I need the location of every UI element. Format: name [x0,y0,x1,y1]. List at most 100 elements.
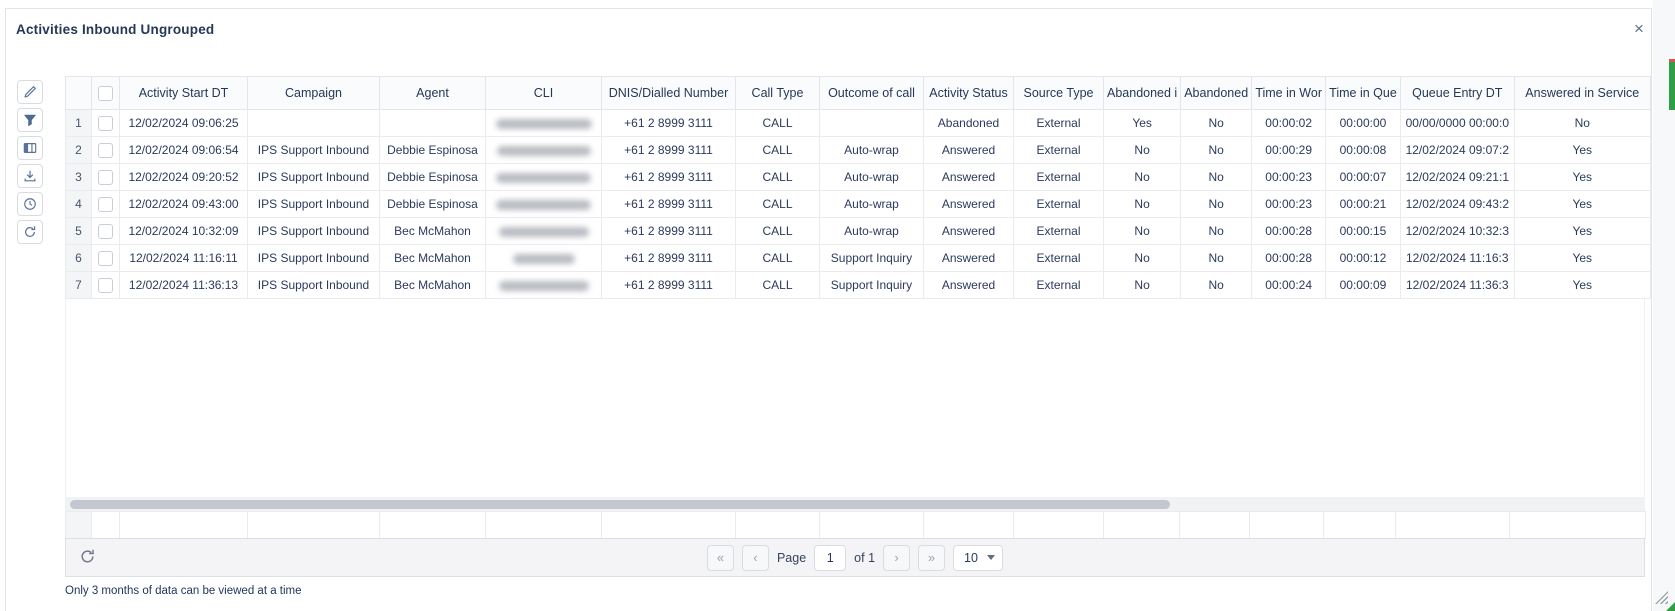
row-checkbox[interactable] [98,224,113,239]
column-header[interactable]: Activity Start DT [120,77,248,110]
cell-abandoned: No [1181,164,1252,191]
cell-call_type: CALL [736,245,820,272]
caret-down-icon [987,555,995,560]
column-header[interactable]: Agent [380,77,486,110]
cell-outcome: Auto-wrap [820,164,924,191]
first-page-button[interactable]: « [707,545,734,571]
redacted-cli [496,119,592,129]
columns-button[interactable] [17,136,43,160]
row-select-cell [92,245,120,272]
next-page-button[interactable]: › [883,545,910,571]
column-header[interactable]: Queue Entry DT [1400,77,1514,110]
cell-outcome [820,110,924,137]
row-number: 1 [66,110,92,137]
cell-abandoned: No [1181,272,1252,299]
cell-time_in_work: 00:00:23 [1252,191,1326,218]
cell-abandoned: No [1181,191,1252,218]
table-empty-area [65,299,1645,497]
redacted-cli [499,227,589,237]
cell-agent: Debbie Espinosa [380,191,486,218]
column-header[interactable]: Source Type [1014,77,1104,110]
clock-icon [23,197,37,211]
cell-activity_start_dt: 12/02/2024 10:32:09 [120,218,248,245]
column-header[interactable]: DNIS/Dialled Number [602,77,736,110]
row-checkbox[interactable] [98,278,113,293]
page-number-input[interactable] [814,545,846,571]
cell-cli [486,272,602,299]
row-checkbox[interactable] [98,197,113,212]
row-number: 2 [66,137,92,164]
cell-activity_status: Answered [924,164,1014,191]
cell-abandoned: No [1181,110,1252,137]
cell-abandoned_in: No [1104,272,1181,299]
refresh-button[interactable] [17,220,43,244]
last-page-button[interactable]: » [918,545,945,571]
cell-source_type: External [1014,164,1104,191]
summary-cell [1396,512,1510,539]
page-count-label: of 1 [854,551,875,565]
download-button[interactable] [17,164,43,188]
summary-row [66,512,1646,539]
cell-agent: Bec McMahon [380,272,486,299]
cell-agent [380,110,486,137]
cell-dnis: +61 2 8999 3111 [602,110,736,137]
cell-cli [486,245,602,272]
cell-dnis: +61 2 8999 3111 [602,191,736,218]
column-header[interactable]: CLI [486,77,602,110]
cell-dnis: +61 2 8999 3111 [602,164,736,191]
redacted-cli [513,254,575,264]
cell-dnis: +61 2 8999 3111 [602,137,736,164]
column-header[interactable]: Time in Wor [1252,77,1326,110]
horizontal-scrollbar-thumb[interactable] [70,500,1170,509]
history-button[interactable] [17,192,43,216]
cell-outcome: Auto-wrap [820,137,924,164]
cell-source_type: External [1014,191,1104,218]
row-checkbox[interactable] [98,116,113,131]
cell-cli [486,137,602,164]
cell-campaign: IPS Support Inbound [248,137,380,164]
row-checkbox[interactable] [98,251,113,266]
edit-button[interactable] [17,80,43,104]
cell-abandoned: No [1181,137,1252,164]
column-header [66,77,92,110]
cell-queue_entry_dt: 12/02/2024 11:36:3 [1400,272,1514,299]
cell-outcome: Auto-wrap [820,218,924,245]
cell-time_in_work: 00:00:24 [1252,272,1326,299]
summary-cell [1324,512,1396,539]
cell-outcome: Support Inquiry [820,245,924,272]
page-size-select[interactable]: 10 [953,545,1003,571]
table-row: 112/02/2024 09:06:25+61 2 8999 3111CALLA… [66,110,1651,137]
summary-cell [1250,512,1324,539]
column-header[interactable]: Activity Status [924,77,1014,110]
scroll-marker-green [1669,62,1675,110]
cell-call_type: CALL [736,191,820,218]
row-select-cell [92,164,120,191]
row-checkbox[interactable] [98,143,113,158]
pagination-bar: « ‹ Page of 1 › » 10 [65,538,1645,577]
row-checkbox[interactable] [98,170,113,185]
column-header[interactable]: Outcome of call [820,77,924,110]
column-header[interactable]: Call Type [736,77,820,110]
column-header[interactable]: Time in Que [1326,77,1401,110]
cell-source_type: External [1014,218,1104,245]
cell-activity_status: Answered [924,245,1014,272]
activities-table: Activity Start DTCampaignAgentCLIDNIS/Di… [65,76,1651,299]
row-number: 7 [66,272,92,299]
select-all-checkbox[interactable] [98,86,113,101]
cell-abandoned_in: No [1104,245,1181,272]
column-header[interactable]: Abandoned [1181,77,1252,110]
prev-page-button[interactable]: ‹ [742,545,769,571]
data-range-note: Only 3 months of data can be viewed at a… [65,585,302,597]
redacted-cli [496,173,591,183]
cell-time_in_queue: 00:00:21 [1326,191,1401,218]
cell-time_in_queue: 00:00:00 [1326,110,1401,137]
column-header[interactable]: Campaign [248,77,380,110]
close-icon[interactable]: × [1628,18,1650,40]
filter-button[interactable] [17,108,43,132]
cell-time_in_work: 00:00:28 [1252,218,1326,245]
redacted-cli [496,200,591,210]
column-header[interactable]: Answered in Service [1514,77,1650,110]
column-header[interactable]: Abandoned i [1104,77,1181,110]
summary-cell [1180,512,1250,539]
cell-activity_status: Answered [924,218,1014,245]
